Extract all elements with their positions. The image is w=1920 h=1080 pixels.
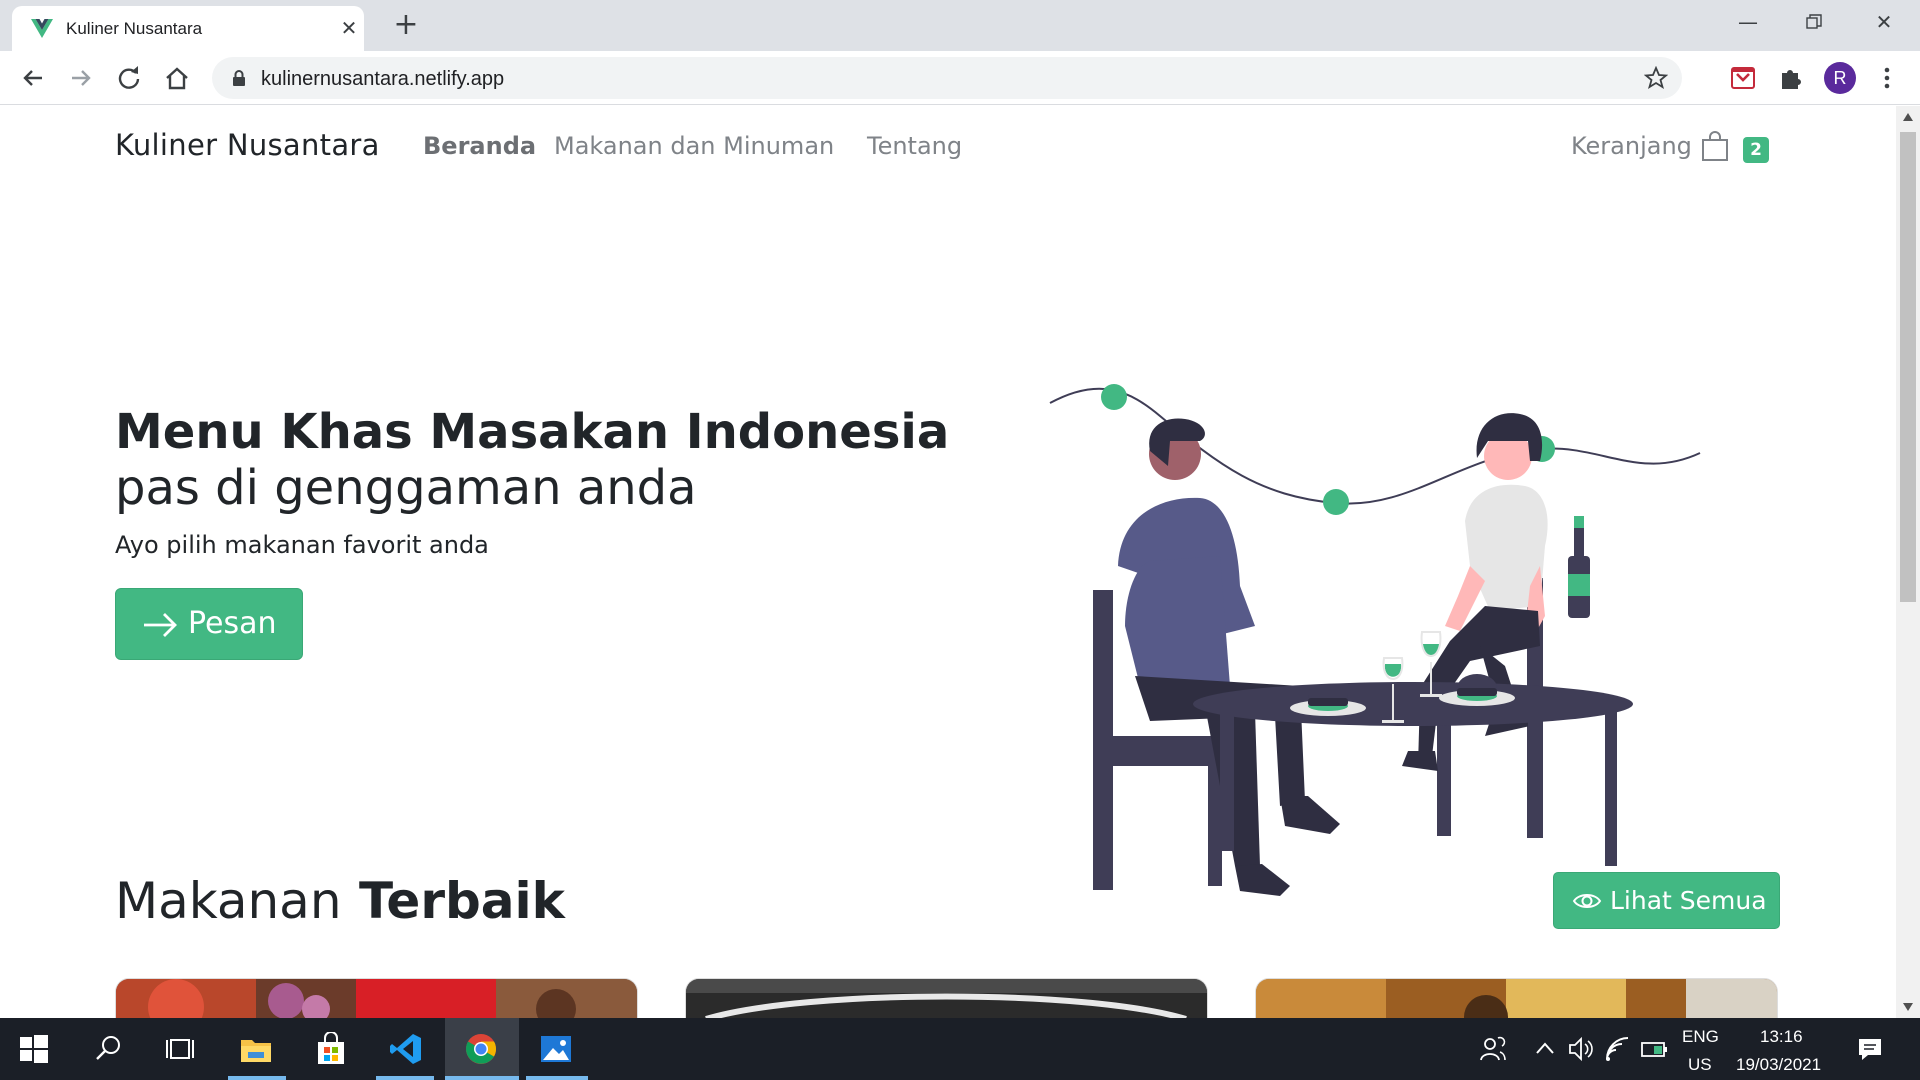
new-tab-icon[interactable]: + bbox=[390, 10, 422, 42]
url-text: kulinernusantara.netlify.app bbox=[261, 68, 505, 90]
tab-title: Kuliner Nusantara bbox=[66, 19, 203, 38]
cart-count-badge: 2 bbox=[1743, 137, 1769, 163]
nav-makanan-minuman[interactable]: Makanan dan Minuman bbox=[554, 132, 834, 160]
food-card-2[interactable] bbox=[685, 978, 1208, 1018]
brand-logo[interactable]: Kuliner Nusantara bbox=[115, 128, 380, 162]
scroll-down-icon[interactable] bbox=[1902, 1002, 1914, 1012]
photos-open-indicator bbox=[526, 1076, 588, 1080]
back-icon[interactable] bbox=[18, 63, 48, 93]
chevron-up-icon[interactable] bbox=[1534, 1040, 1556, 1056]
cart-link[interactable]: Keranjang bbox=[1571, 132, 1692, 160]
file-explorer-icon[interactable] bbox=[239, 1032, 273, 1066]
lang-bottom[interactable]: US bbox=[1688, 1055, 1712, 1075]
scroll-up-icon[interactable] bbox=[1902, 112, 1914, 122]
web-page: Kuliner Nusantara Beranda Makanan dan Mi… bbox=[0, 106, 1896, 1018]
eye-icon bbox=[1572, 894, 1602, 908]
section-title-bold: Terbaik bbox=[358, 872, 565, 930]
wifi-icon[interactable] bbox=[1604, 1035, 1632, 1063]
nav-tentang[interactable]: Tentang bbox=[867, 132, 962, 160]
food-image-1 bbox=[116, 979, 637, 1018]
arrow-right-icon bbox=[144, 613, 177, 637]
menu-kebab-icon[interactable] bbox=[1872, 63, 1902, 93]
forward-icon[interactable] bbox=[66, 63, 96, 93]
vue-logo-icon bbox=[31, 19, 53, 38]
food-card-1[interactable] bbox=[115, 978, 638, 1018]
page-scrollbar[interactable] bbox=[1896, 106, 1920, 1018]
section-title-light: Makanan bbox=[115, 872, 342, 930]
browser-toolbar: kulinernusantara.netlify.app R bbox=[0, 51, 1920, 105]
chrome-icon[interactable] bbox=[464, 1032, 498, 1066]
shopping-bag-icon[interactable] bbox=[1700, 130, 1730, 162]
hero-text: Ayo pilih makanan favorit anda bbox=[115, 531, 489, 559]
lihat-semua-label: Lihat Semua bbox=[1610, 886, 1767, 915]
scroll-thumb[interactable] bbox=[1900, 132, 1916, 602]
volume-icon[interactable] bbox=[1567, 1035, 1595, 1063]
windows-taskbar: ENG US 13:16 19/03/2021 bbox=[0, 1018, 1920, 1080]
dining-couple-illustration bbox=[1049, 384, 1701, 896]
vscode-icon[interactable] bbox=[389, 1032, 423, 1066]
hero-title: Menu Khas Masakan Indonesia bbox=[115, 404, 950, 460]
extensions-puzzle-icon[interactable] bbox=[1776, 63, 1806, 93]
food-image-3 bbox=[1256, 979, 1777, 1018]
hero-subtitle: pas di genggaman anda bbox=[115, 460, 697, 516]
task-view-icon[interactable] bbox=[163, 1032, 197, 1066]
photos-icon[interactable] bbox=[539, 1032, 573, 1066]
address-bar[interactable]: kulinernusantara.netlify.app bbox=[212, 57, 1682, 99]
vscode-open-indicator bbox=[376, 1076, 434, 1080]
section-title-makanan-terbaik: Makanan Terbaik bbox=[115, 872, 565, 930]
clock-date[interactable]: 19/03/2021 bbox=[1736, 1055, 1821, 1075]
explorer-open-indicator bbox=[228, 1076, 286, 1080]
food-card-3[interactable] bbox=[1255, 978, 1778, 1018]
chrome-open-indicator bbox=[445, 1076, 519, 1080]
microsoft-store-icon[interactable] bbox=[314, 1032, 348, 1066]
minimize-icon[interactable]: — bbox=[1718, 6, 1778, 38]
close-window-icon[interactable]: ✕ bbox=[1854, 6, 1914, 38]
battery-icon[interactable] bbox=[1640, 1037, 1670, 1061]
people-icon[interactable] bbox=[1478, 1034, 1508, 1064]
food-image-2 bbox=[686, 979, 1207, 1018]
restore-icon[interactable] bbox=[1784, 6, 1844, 38]
lock-icon bbox=[233, 70, 245, 86]
bookmark-star-icon[interactable] bbox=[1644, 66, 1668, 90]
notification-center-icon[interactable] bbox=[1856, 1035, 1884, 1063]
pesan-button-label: Pesan bbox=[188, 606, 277, 641]
pesan-button[interactable]: Pesan bbox=[115, 588, 303, 660]
reload-icon[interactable] bbox=[114, 63, 144, 93]
lihat-semua-button[interactable]: Lihat Semua bbox=[1553, 872, 1780, 929]
close-tab-icon[interactable]: ✕ bbox=[337, 16, 361, 40]
home-icon[interactable] bbox=[162, 63, 192, 93]
profile-avatar[interactable]: R bbox=[1824, 62, 1856, 94]
nav-beranda[interactable]: Beranda bbox=[423, 132, 536, 160]
windows-start-icon[interactable] bbox=[19, 1034, 49, 1064]
browser-tab[interactable]: Kuliner Nusantara ✕ bbox=[12, 6, 364, 51]
browser-tab-bar: Kuliner Nusantara ✕ + — ✕ bbox=[0, 0, 1920, 51]
lang-top[interactable]: ENG bbox=[1682, 1027, 1719, 1047]
pocket-extension-icon[interactable] bbox=[1728, 63, 1758, 93]
clock-time[interactable]: 13:16 bbox=[1760, 1027, 1803, 1047]
search-icon[interactable] bbox=[92, 1032, 126, 1066]
